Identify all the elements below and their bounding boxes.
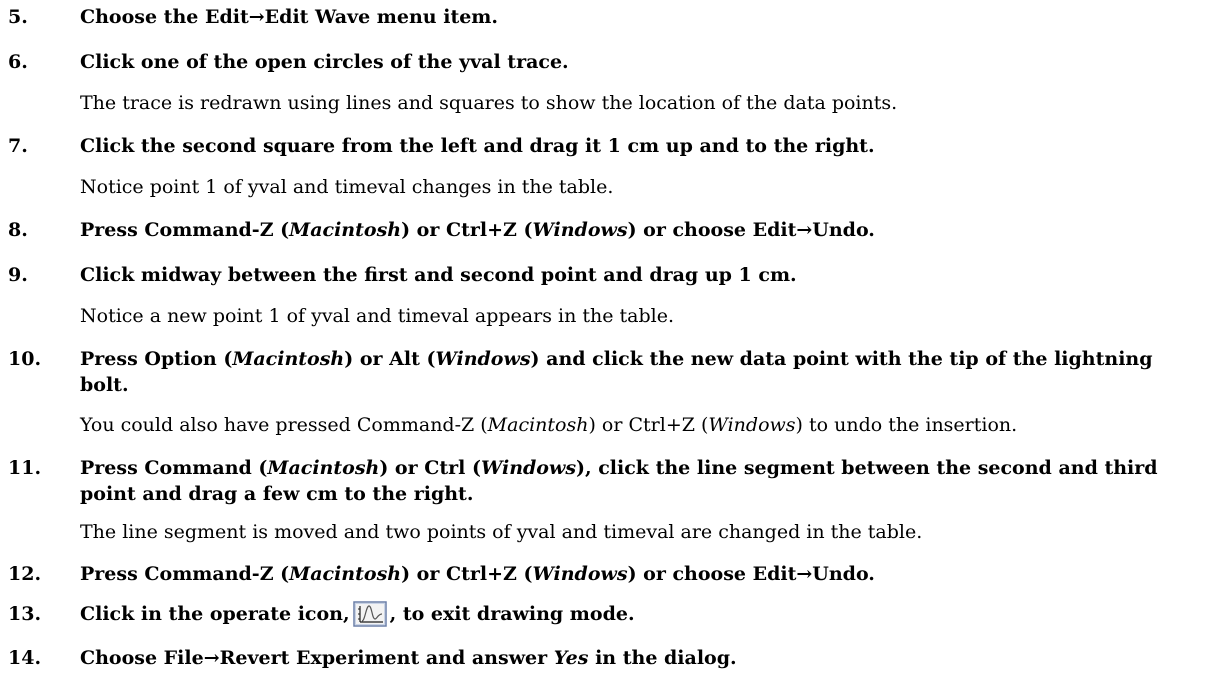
step-instruction: Choose File→Revert Experiment and answer… (80, 647, 737, 669)
step-number: 5. (8, 6, 28, 28)
step-note: You could also have pressed Command-Z (M… (80, 414, 1018, 436)
operate-mode-icon (352, 601, 387, 627)
step-note: Notice a new point 1 of yval and timeval… (80, 305, 675, 327)
step-number: 7. (8, 135, 28, 157)
step-instruction: Click midway between the first and secon… (80, 264, 797, 286)
step-number: 12. (8, 563, 42, 585)
step-instruction: Press Option (Macintosh) or Alt (Windows… (80, 348, 1153, 396)
step-instruction: Click the second square from the left an… (80, 135, 875, 157)
arrow-icon: → (203, 647, 220, 669)
step-note: The line segment is moved and two points… (80, 521, 923, 543)
arrow-icon: → (248, 6, 265, 28)
step-number: 14. (8, 647, 42, 669)
step-number: 6. (8, 51, 28, 73)
step-instruction: Press Command-Z (Macintosh) or Ctrl+Z (W… (80, 563, 875, 585)
step-number: 11. (8, 457, 42, 479)
step-instruction: Press Command (Macintosh) or Ctrl (Windo… (80, 457, 1158, 505)
step-number: 8. (8, 219, 28, 241)
step-instruction: Choose the Edit→Edit Wave menu item. (80, 6, 499, 28)
step-number: 10. (8, 348, 42, 370)
step-instruction: Click in the operate icon, , to exit dra… (80, 601, 635, 627)
step-number: 9. (8, 264, 28, 286)
step-number: 13. (8, 603, 42, 625)
step-instruction: Press Command-Z (Macintosh) or Ctrl+Z (W… (80, 219, 875, 241)
arrow-icon: → (796, 219, 813, 241)
step-note: Notice point 1 of yval and timeval chang… (80, 176, 614, 198)
arrow-icon: → (796, 563, 813, 585)
step-instruction: Click one of the open circles of the yva… (80, 51, 569, 73)
step-note: The trace is redrawn using lines and squ… (80, 92, 898, 114)
